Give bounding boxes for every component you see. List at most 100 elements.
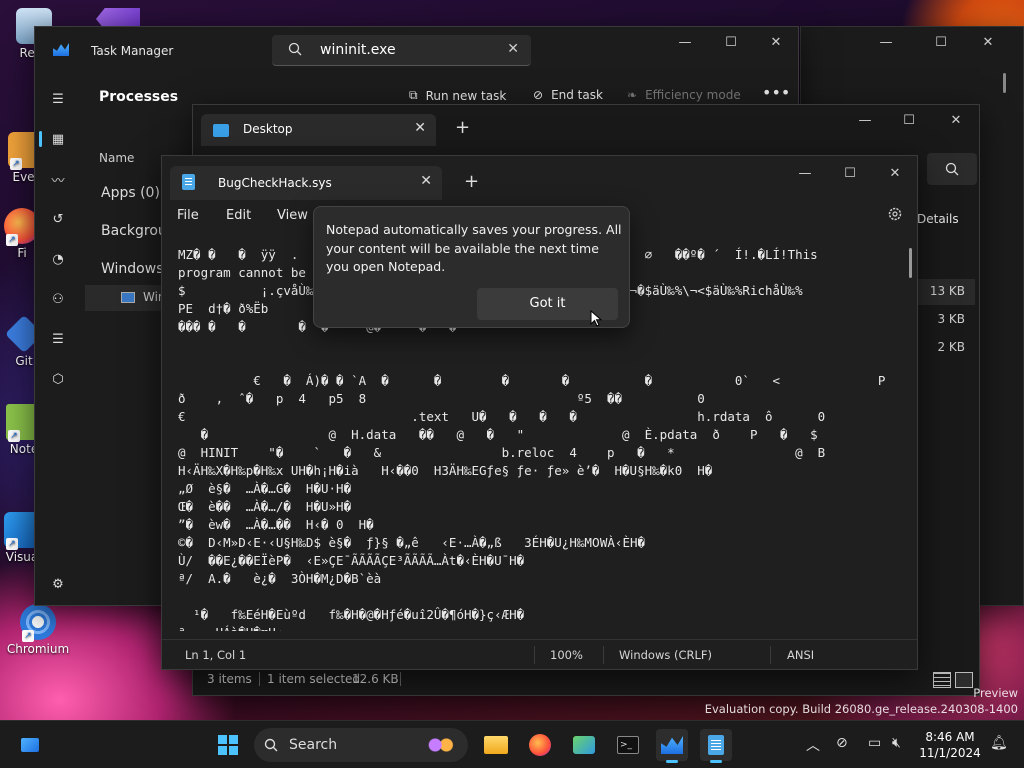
status-item-count: 3 items (207, 672, 252, 686)
search-value: wininit.exe (320, 42, 396, 58)
app-taskbar-icon[interactable] (568, 729, 600, 761)
mouse-cursor-icon (590, 310, 602, 327)
vertical-scrollbar[interactable] (909, 248, 912, 278)
zoom-level[interactable]: 100% (550, 648, 583, 662)
desktop-folder-icon (213, 124, 229, 137)
display-icon[interactable]: ▭ (868, 735, 881, 751)
efficiency-mode-button[interactable]: ❧ Efficiency mode (627, 88, 741, 102)
minimize-button[interactable]: — (782, 158, 828, 188)
run-new-task-icon: ⧉ (409, 88, 418, 102)
status-divider (534, 646, 535, 664)
maximize-button[interactable]: ☐ (886, 105, 932, 135)
file-explorer-taskbar-icon[interactable] (480, 729, 512, 761)
more-options-icon[interactable]: ••• (762, 83, 790, 102)
hamburger-menu-icon[interactable]: ☰ (35, 79, 81, 119)
end-task-button[interactable]: ⊘ End task (533, 88, 603, 102)
search-icon (945, 162, 959, 176)
status-selected: 1 item selected (267, 672, 361, 686)
search-icon (264, 738, 278, 752)
close-button[interactable]: ✕ (965, 27, 1011, 57)
widgets-icon[interactable] (14, 729, 46, 761)
close-tab-icon[interactable]: ✕ (414, 120, 426, 136)
maximize-button[interactable]: ☐ (827, 158, 873, 188)
search-input[interactable]: wininit.exe ✕ (272, 35, 531, 66)
search-highlight-icon (424, 736, 456, 754)
nav-app-history-icon[interactable]: ↺ (35, 199, 81, 239)
group-windows[interactable]: Windows (101, 261, 164, 277)
column-header-name[interactable]: Name (99, 151, 134, 165)
minimize-button[interactable]: — (863, 27, 909, 57)
close-tab-icon[interactable]: ✕ (420, 173, 432, 189)
page-title: Processes (99, 89, 179, 105)
status-divider (770, 646, 771, 664)
autosave-teaching-tip: Notepad automatically saves your progres… (313, 206, 630, 328)
desktop-icon-chromium[interactable]: ↗ Chromium (6, 604, 70, 656)
file-size: 13 KB (929, 284, 965, 298)
close-button[interactable]: ✕ (872, 158, 918, 188)
group-apps[interactable]: Apps (0) (101, 185, 160, 201)
menu-view[interactable]: View (277, 208, 308, 223)
tiles-view-icon[interactable] (955, 672, 973, 688)
line-ending[interactable]: Windows (CRLF) (619, 648, 712, 662)
file-size: 3 KB (937, 312, 965, 326)
search-label: Search (289, 737, 338, 753)
button-label: End task (551, 88, 603, 102)
tab-bugcheckhack[interactable]: BugCheckHack.sys ✕ (170, 166, 442, 200)
show-hidden-icons-chevron-icon[interactable]: ︿ (806, 735, 820, 755)
taskbar-clock[interactable]: 8:46 AM 11/1/2024 (918, 729, 982, 761)
task-manager-logo-icon (53, 43, 69, 56)
task-manager-taskbar-icon[interactable] (656, 729, 688, 763)
notepad-file-icon (182, 174, 195, 190)
notepad-taskbar-icon[interactable] (700, 729, 732, 763)
close-button[interactable]: ✕ (753, 27, 799, 57)
minimize-button[interactable]: — (662, 27, 708, 57)
menu-edit[interactable]: Edit (226, 208, 251, 223)
watermark-preview: Preview (973, 686, 1018, 700)
start-button[interactable] (212, 729, 244, 761)
nav-details-icon[interactable]: ☰ (35, 319, 81, 359)
search-button[interactable] (927, 153, 977, 185)
details-pane-button[interactable]: Details (917, 212, 959, 226)
process-icon (121, 292, 135, 303)
nav-processes-icon[interactable]: ▦ (35, 119, 81, 159)
taskbar-search-box[interactable]: Search (254, 728, 468, 762)
nav-services-icon[interactable]: ⬡ (35, 359, 81, 399)
desktop-icon-label: Git (15, 354, 33, 368)
terminal-taskbar-icon[interactable]: >_ (612, 729, 644, 761)
details-view-icon[interactable] (933, 672, 951, 688)
maximize-button[interactable]: ☐ (708, 27, 754, 57)
settings-gear-icon[interactable] (887, 206, 903, 226)
taskbar: Search >_ ︿ ⊘ ▭ 🔇︎ 8:46 AM 11/1/2024 🔔︎ (0, 720, 1024, 768)
run-new-task-button[interactable]: ⧉ Run new task (409, 88, 506, 103)
menu-file[interactable]: File (177, 208, 199, 223)
leaf-icon: ❧ (627, 88, 638, 102)
status-divider (603, 646, 604, 664)
status-divider (400, 672, 401, 686)
group-background[interactable]: Backgrou (101, 223, 167, 239)
clear-search-icon[interactable]: ✕ (507, 41, 519, 57)
volume-muted-icon[interactable]: 🔇︎ (892, 735, 901, 751)
nav-performance-icon[interactable]: 〰 (35, 159, 81, 199)
cursor-position: Ln 1, Col 1 (185, 648, 247, 662)
nav-startup-apps-icon[interactable]: ◔ (35, 239, 81, 279)
tab-title: Desktop (243, 122, 293, 136)
close-button[interactable]: ✕ (933, 105, 979, 135)
tab-desktop[interactable]: Desktop ✕ (201, 114, 436, 146)
maximize-button[interactable]: ☐ (918, 27, 964, 57)
desktop-icon-label: Chromium (6, 642, 70, 656)
button-label: Efficiency mode (645, 88, 741, 102)
nav-users-icon[interactable]: ⚇ (35, 279, 81, 319)
network-icon[interactable]: ⊘ (836, 735, 848, 751)
chromium-icon: ↗ (20, 604, 56, 642)
nav-settings-icon[interactable]: ⚙ (35, 564, 81, 604)
scrollbar[interactable] (1003, 73, 1006, 93)
tab-title: BugCheckHack.sys (218, 176, 332, 190)
new-tab-button[interactable]: + (455, 117, 470, 138)
encoding[interactable]: ANSI (787, 648, 814, 662)
firefox-taskbar-icon[interactable] (524, 729, 556, 761)
notifications-bell-icon[interactable]: 🔔︎ (990, 735, 1008, 751)
status-size: 12.6 KB (352, 672, 399, 686)
new-tab-button[interactable]: + (464, 171, 479, 192)
search-icon (288, 42, 302, 60)
minimize-button[interactable]: — (842, 105, 888, 135)
